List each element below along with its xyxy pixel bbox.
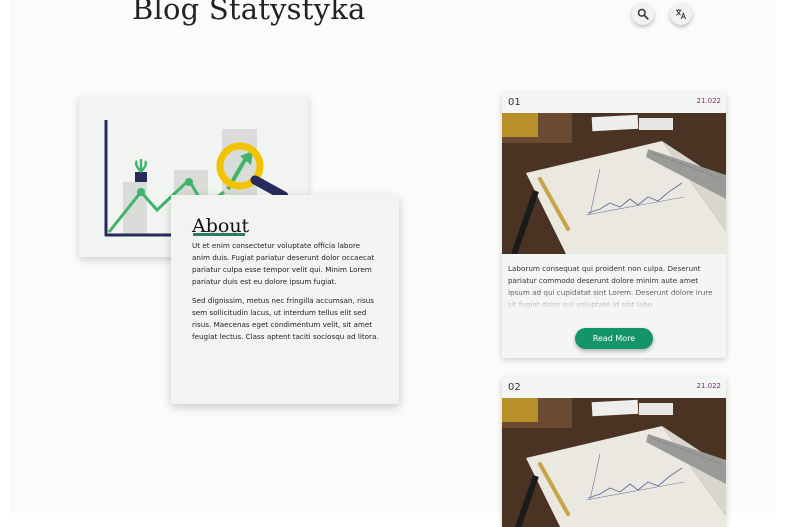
site-title: Blog Statystyka <box>132 0 366 26</box>
read-more-button[interactable]: Read More <box>575 328 653 349</box>
search-icon <box>637 8 649 20</box>
post-number: 02 <box>508 382 521 393</box>
search-button[interactable] <box>632 3 654 25</box>
post-image[interactable] <box>502 113 726 254</box>
translate-button[interactable] <box>670 3 692 25</box>
post-card-header: 01 21.022 <box>502 92 726 113</box>
post-card-1: 01 21.022 Laborum consequat qui proident… <box>502 92 726 358</box>
about-title: About <box>192 215 250 237</box>
about-paragraph-1: Ut et enim consectetur voluptate officia… <box>192 241 375 286</box>
about-card: About Ut et enim consectetur voluptate o… <box>171 195 399 404</box>
translate-icon <box>675 9 687 20</box>
post-excerpt: Laborum consequat qui proident non culpa… <box>502 254 726 311</box>
post-card-2: 02 21.022 <box>502 377 726 527</box>
post-number: 01 <box>508 97 521 108</box>
post-view-count: 21.022 <box>696 97 722 105</box>
post-image[interactable] <box>502 398 726 527</box>
about-paragraph-2: Sed dignissim, metus nec fringilla accum… <box>192 296 379 341</box>
post-view-count: 21.022 <box>696 382 722 390</box>
post-card-header: 02 21.022 <box>502 377 726 398</box>
